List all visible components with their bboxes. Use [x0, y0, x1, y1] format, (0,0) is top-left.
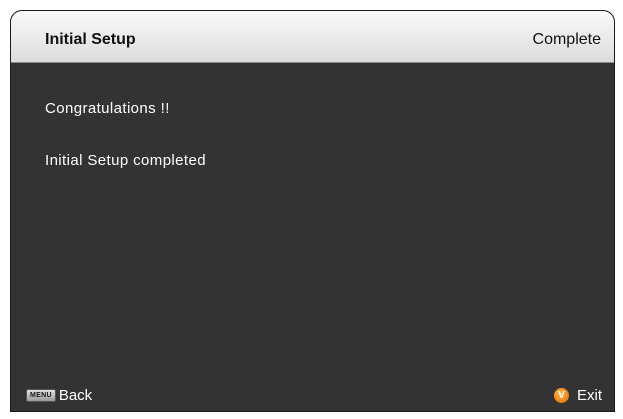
dialog-content: Congratulations !! Initial Setup complet…	[45, 99, 206, 203]
exit-button[interactable]: V Exit	[553, 387, 602, 404]
dialog-title: Initial Setup	[45, 31, 136, 48]
step-status: Complete	[532, 31, 601, 48]
completion-message: Initial Setup completed	[45, 152, 206, 169]
vizio-v-icon: V	[553, 388, 569, 403]
back-button[interactable]: MENU Back	[26, 387, 92, 404]
congratulations-message: Congratulations !!	[45, 100, 170, 117]
exit-label: Exit	[576, 387, 602, 404]
back-label: Back	[58, 387, 93, 404]
menu-key-icon: MENU	[26, 389, 56, 402]
setup-dialog: Initial Setup Complete Congratulations !…	[10, 10, 615, 412]
dialog-header: Initial Setup Complete	[11, 11, 614, 63]
dialog-footer: MENU Back V Exit	[11, 381, 614, 411]
